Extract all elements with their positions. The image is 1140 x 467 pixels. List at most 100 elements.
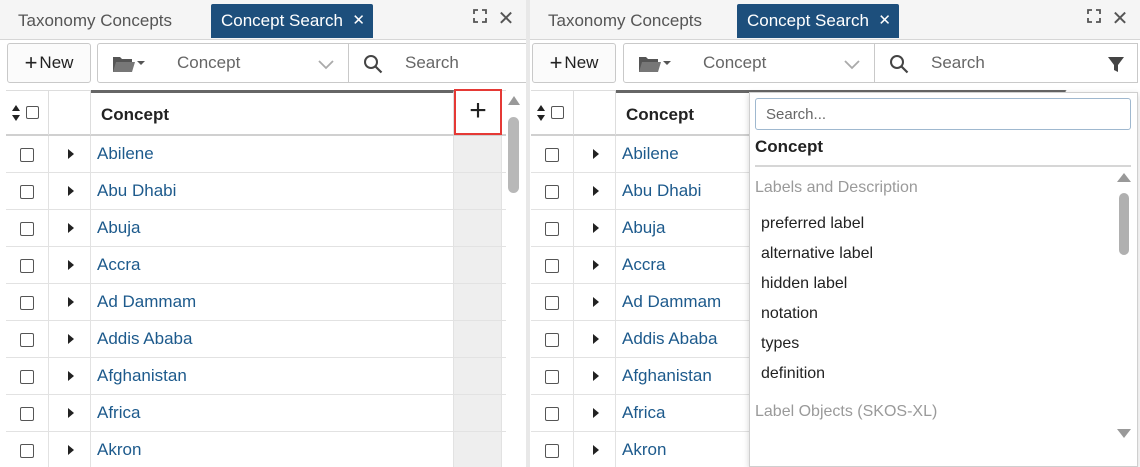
expand-caret-icon[interactable] (68, 186, 74, 196)
concept-link[interactable]: Akron (622, 432, 666, 467)
tab-taxonomy-concepts[interactable]: Taxonomy Concepts (538, 4, 712, 38)
row-checkbox[interactable] (545, 259, 559, 273)
selected-column[interactable]: Concept (755, 137, 823, 157)
maximize-icon[interactable] (470, 8, 490, 30)
expand-caret-icon[interactable] (68, 334, 74, 344)
panel-close-icon[interactable]: ✕ (1110, 8, 1130, 30)
expand-caret-icon[interactable] (68, 445, 74, 455)
table-row[interactable]: Abilene (6, 136, 506, 173)
option-types[interactable]: types (761, 335, 799, 353)
tab-close-icon[interactable]: ✕ (352, 4, 365, 38)
concept-link[interactable]: Ad Dammam (97, 284, 196, 319)
table-row[interactable]: Abu Dhabi (6, 173, 506, 210)
scroll-up-icon[interactable] (508, 96, 520, 105)
scroll-down-icon[interactable] (1117, 429, 1131, 438)
concept-link[interactable]: Abuja (97, 210, 140, 245)
column-search-input[interactable] (755, 98, 1131, 130)
row-checkbox[interactable] (545, 370, 559, 384)
sort-icon[interactable] (536, 104, 546, 122)
scroll-up-icon[interactable] (1117, 173, 1131, 182)
row-checkbox[interactable] (545, 333, 559, 347)
concept-link[interactable]: Addis Ababa (97, 321, 192, 356)
expand-caret-icon[interactable] (68, 408, 74, 418)
expand-caret-icon[interactable] (593, 149, 599, 159)
concept-link[interactable]: Accra (97, 247, 140, 282)
expand-caret-icon[interactable] (593, 297, 599, 307)
expand-caret-icon[interactable] (593, 334, 599, 344)
concept-link[interactable]: Abilene (622, 136, 679, 171)
concept-link[interactable]: Akron (97, 432, 141, 467)
sort-icon[interactable] (11, 104, 21, 122)
concept-link[interactable]: Abu Dhabi (622, 173, 701, 208)
table-row[interactable]: Addis Ababa (6, 321, 506, 358)
concept-link[interactable]: Ad Dammam (622, 284, 721, 319)
concept-link[interactable]: Afghanistan (622, 358, 712, 393)
row-checkbox[interactable] (20, 407, 34, 421)
row-checkbox[interactable] (20, 185, 34, 199)
search-input[interactable] (405, 44, 525, 82)
scroll-thumb[interactable] (508, 117, 519, 193)
row-checkbox[interactable] (20, 333, 34, 347)
grid-scrollbar[interactable] (506, 92, 522, 467)
row-checkbox[interactable] (20, 148, 34, 162)
tab-taxonomy-concepts[interactable]: Taxonomy Concepts (8, 4, 182, 38)
table-row[interactable]: Ad Dammam (6, 284, 506, 321)
row-checkbox[interactable] (20, 222, 34, 236)
expand-caret-icon[interactable] (68, 297, 74, 307)
select-all-checkbox[interactable] (551, 106, 564, 119)
concept-link[interactable]: Abu Dhabi (97, 173, 176, 208)
search-input[interactable] (931, 44, 1051, 82)
table-row[interactable]: Abuja (6, 210, 506, 247)
expand-caret-icon[interactable] (593, 408, 599, 418)
concept-link[interactable]: Afghanistan (97, 358, 187, 393)
row-checkbox[interactable] (20, 259, 34, 273)
panel-close-icon[interactable]: ✕ (496, 8, 516, 30)
scroll-thumb[interactable] (1119, 193, 1129, 255)
table-row[interactable]: Akron (6, 432, 506, 467)
add-column-button[interactable]: + (454, 89, 502, 135)
new-button[interactable]: + New (532, 43, 616, 83)
concept-link[interactable]: Accra (622, 247, 665, 282)
dropdown-scrollbar[interactable] (1115, 171, 1131, 441)
row-checkbox[interactable] (545, 148, 559, 162)
table-row[interactable]: Afghanistan (6, 358, 506, 395)
type-selector[interactable]: Concept (97, 43, 349, 83)
row-checkbox[interactable] (545, 407, 559, 421)
option-notation[interactable]: notation (761, 305, 818, 323)
concept-link[interactable]: Abuja (622, 210, 665, 245)
row-checkbox[interactable] (545, 296, 559, 310)
expand-caret-icon[interactable] (68, 223, 74, 233)
row-checkbox[interactable] (545, 185, 559, 199)
tab-concept-search[interactable]: Concept Search ✕ (211, 4, 373, 38)
row-checkbox[interactable] (20, 444, 34, 458)
expand-caret-icon[interactable] (68, 260, 74, 270)
option-alternative-label[interactable]: alternative label (761, 245, 873, 263)
concept-link[interactable]: Abilene (97, 136, 154, 171)
option-preferred-label[interactable]: preferred label (761, 215, 864, 233)
expand-caret-icon[interactable] (68, 149, 74, 159)
row-checkbox[interactable] (20, 370, 34, 384)
select-all-checkbox[interactable] (26, 106, 39, 119)
expand-caret-icon[interactable] (593, 186, 599, 196)
option-hidden-label[interactable]: hidden label (761, 275, 847, 293)
expand-caret-icon[interactable] (593, 223, 599, 233)
expand-caret-icon[interactable] (593, 445, 599, 455)
new-button[interactable]: + New (7, 43, 91, 83)
expand-caret-icon[interactable] (593, 371, 599, 381)
table-row[interactable]: Africa (6, 395, 506, 432)
expand-caret-icon[interactable] (68, 371, 74, 381)
expand-caret-icon[interactable] (593, 260, 599, 270)
maximize-icon[interactable] (1084, 8, 1104, 30)
table-row[interactable]: Accra (6, 247, 506, 284)
column-header-concept[interactable]: Concept (91, 90, 454, 134)
row-checkbox[interactable] (545, 222, 559, 236)
row-checkbox[interactable] (545, 444, 559, 458)
row-checkbox[interactable] (20, 296, 34, 310)
option-definition[interactable]: definition (761, 365, 825, 383)
tab-concept-search[interactable]: Concept Search ✕ (737, 4, 899, 38)
tab-close-icon[interactable]: ✕ (878, 4, 891, 38)
concept-link[interactable]: Addis Ababa (622, 321, 717, 356)
type-selector[interactable]: Concept (623, 43, 875, 83)
concept-link[interactable]: Africa (622, 395, 665, 430)
concept-link[interactable]: Africa (97, 395, 140, 430)
